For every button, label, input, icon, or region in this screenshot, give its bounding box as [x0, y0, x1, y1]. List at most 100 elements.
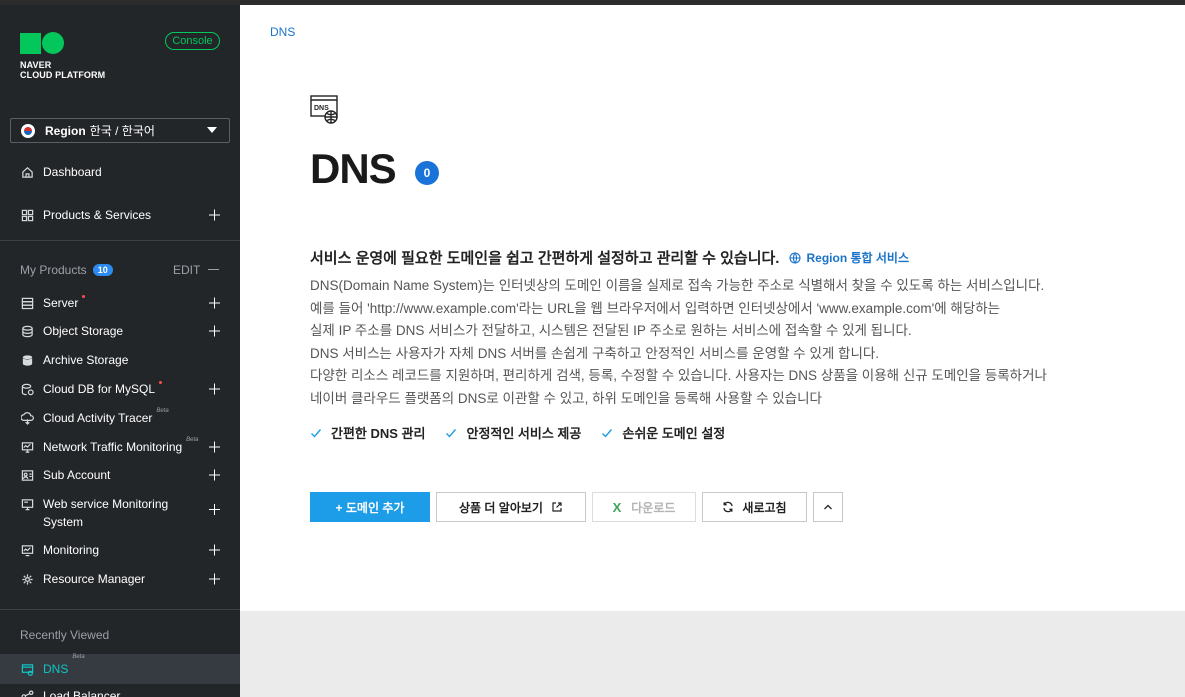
sidebar-item-label: Network Traffic Monitoring	[43, 440, 183, 454]
feature-label: 안정적인 서비스 제공	[466, 426, 582, 441]
region-service-link[interactable]: Region 통합 서비스	[789, 249, 909, 266]
console-badge[interactable]: Console	[165, 32, 220, 50]
sidebar-item-monitoring[interactable]: Monitoring	[0, 540, 240, 560]
feature-item: 손쉬운 도메인 설정	[601, 423, 725, 442]
load-balancer-icon	[20, 689, 34, 697]
resource-icon	[20, 572, 34, 586]
sidebar-item-label: Dashboard	[43, 165, 102, 179]
korea-flag-icon	[21, 123, 35, 138]
dns-icon	[20, 662, 34, 676]
logo-mark	[20, 32, 105, 54]
sidebar-item-label-cont: System	[43, 515, 84, 529]
collapse-icon[interactable]	[208, 269, 219, 271]
sidebar-item-dashboard[interactable]: Dashboard	[0, 162, 240, 182]
collapse-button[interactable]	[813, 492, 843, 522]
recent-item-dns[interactable]: DNS Beta	[0, 654, 240, 684]
plus-icon[interactable]	[209, 469, 220, 481]
check-icon	[446, 428, 457, 438]
learn-more-label: 상품 더 알아보기	[459, 500, 543, 515]
description-line: 네이버 클라우드 플랫폼의 DNS로 이관할 수 있고, 하위 도메인을 등록해…	[310, 390, 822, 406]
sidebar-item-cloud-activity-tracer[interactable]: Cloud Activity Tracer Beta	[0, 408, 240, 428]
edit-button[interactable]: EDIT	[173, 263, 200, 277]
feature-label: 손쉬운 도메인 설정	[622, 426, 726, 441]
plus-icon[interactable]	[209, 573, 220, 585]
beta-tag: Beta	[72, 654, 85, 660]
recent-item-load-balancer[interactable]: Load Balancer	[0, 686, 240, 697]
check-icon	[602, 428, 613, 438]
server-icon	[20, 296, 34, 310]
download-label: 다운로드	[631, 500, 676, 515]
plus-icon[interactable]	[209, 325, 220, 337]
region-selector[interactable]: Region 한국 / 한국어	[10, 118, 230, 143]
page-title: DNS	[310, 145, 397, 192]
sidebar-item-server[interactable]: Server	[0, 293, 240, 313]
feature-item: 간편한 DNS 관리	[310, 423, 425, 442]
description-line: DNS 서비스는 사용자가 자체 DNS 서버를 손쉽게 구축하고 안정적인 서…	[310, 345, 880, 361]
sidebar-item-object-storage[interactable]: Object Storage	[0, 321, 240, 341]
sidebar-item-label: Products & Services	[43, 208, 152, 222]
sidebar-item-label: Resource Manager	[43, 572, 146, 586]
sidebar-item-web-service-monitoring[interactable]: Web service Monitoring System	[0, 495, 240, 531]
sidebar-item-label: DNS	[43, 662, 69, 676]
sidebar-item-label: Monitoring	[43, 543, 100, 557]
sidebar-item-label: Web service Monitoring	[43, 497, 169, 511]
sidebar-item-label: Sub Account	[43, 468, 111, 482]
new-indicator	[82, 295, 86, 298]
beta-tag: Beta	[186, 437, 199, 443]
dns-service-icon: DNS	[310, 95, 340, 125]
new-indicator	[159, 381, 163, 384]
sidebar-item-archive-storage[interactable]: Archive Storage	[0, 350, 240, 370]
region-service-label: Region 통합 서비스	[806, 251, 910, 265]
logo-line1: NAVER	[20, 60, 52, 70]
description-line: 다양한 리소스 레코드를 지원하며, 편리하게 검색, 등록, 수정할 수 있습…	[310, 368, 1047, 384]
database-icon	[20, 382, 34, 396]
monitor-icon	[20, 497, 34, 511]
breadcrumb[interactable]: DNS	[270, 25, 295, 39]
learn-more-button[interactable]: 상품 더 알아보기	[436, 492, 586, 522]
sidebar-item-resource-manager[interactable]: Resource Manager	[0, 569, 240, 589]
plus-icon[interactable]	[209, 383, 220, 395]
plus-icon[interactable]	[209, 209, 220, 221]
excel-icon: X	[612, 499, 622, 515]
download-button[interactable]: X 다운로드	[592, 492, 696, 522]
my-products-count: 10	[92, 264, 113, 276]
recently-viewed-title: Recently Viewed	[20, 628, 110, 642]
external-link-icon	[552, 502, 562, 512]
refresh-label: 새로고침	[742, 500, 787, 515]
network-icon	[20, 440, 34, 454]
sidebar-item-label: Cloud DB for MySQL	[43, 382, 156, 396]
naver-cloud-logo[interactable]: NAVER CLOUD PLATFORM	[20, 32, 105, 80]
sidebar-item-label: Load Balancer	[43, 689, 121, 697]
action-bar: + 도메인 추가 상품 더 알아보기 X 다운로드 새로고침	[310, 492, 849, 522]
caret-down-icon	[207, 127, 217, 133]
sidebar-item-products-services[interactable]: Products & Services	[0, 205, 240, 225]
refresh-icon	[723, 501, 734, 513]
globe-icon	[789, 251, 802, 264]
monitoring-icon	[20, 543, 34, 557]
plus-icon[interactable]	[209, 544, 220, 556]
sidebar-item-sub-account[interactable]: Sub Account	[0, 465, 240, 485]
resource-count-badge: 0	[415, 161, 439, 185]
tracer-icon	[20, 411, 34, 425]
account-icon	[20, 468, 34, 482]
add-domain-button[interactable]: + 도메인 추가	[310, 492, 430, 522]
plus-icon[interactable]	[209, 504, 220, 515]
plus-icon[interactable]	[209, 297, 220, 309]
plus-icon[interactable]	[209, 441, 220, 453]
divider	[0, 240, 240, 241]
feature-item: 안정적인 서비스 제공	[445, 423, 581, 442]
grid-icon	[20, 208, 34, 222]
refresh-button[interactable]: 새로고침	[702, 492, 807, 522]
service-headline: 서비스 운영에 필요한 도메인을 쉽고 간편하게 설정하고 관리할 수 있습니다…	[310, 247, 909, 268]
check-icon	[311, 428, 322, 438]
chevron-up-icon	[824, 504, 832, 510]
feature-label: 간편한 DNS 관리	[331, 426, 426, 441]
sidebar-item-cloud-db-mysql[interactable]: Cloud DB for MySQL	[0, 379, 240, 399]
archive-icon	[20, 353, 34, 367]
storage-icon	[20, 324, 34, 338]
sidebar-item-network-traffic-monitoring[interactable]: Network Traffic Monitoring Beta	[0, 437, 240, 457]
logo-line2: CLOUD PLATFORM	[20, 70, 106, 80]
svg-text:DNS: DNS	[314, 105, 329, 112]
description-line: DNS(Domain Name System)는 인터넷상의 도메인 이름을 실…	[310, 278, 1045, 293]
beta-tag: Beta	[156, 408, 169, 414]
